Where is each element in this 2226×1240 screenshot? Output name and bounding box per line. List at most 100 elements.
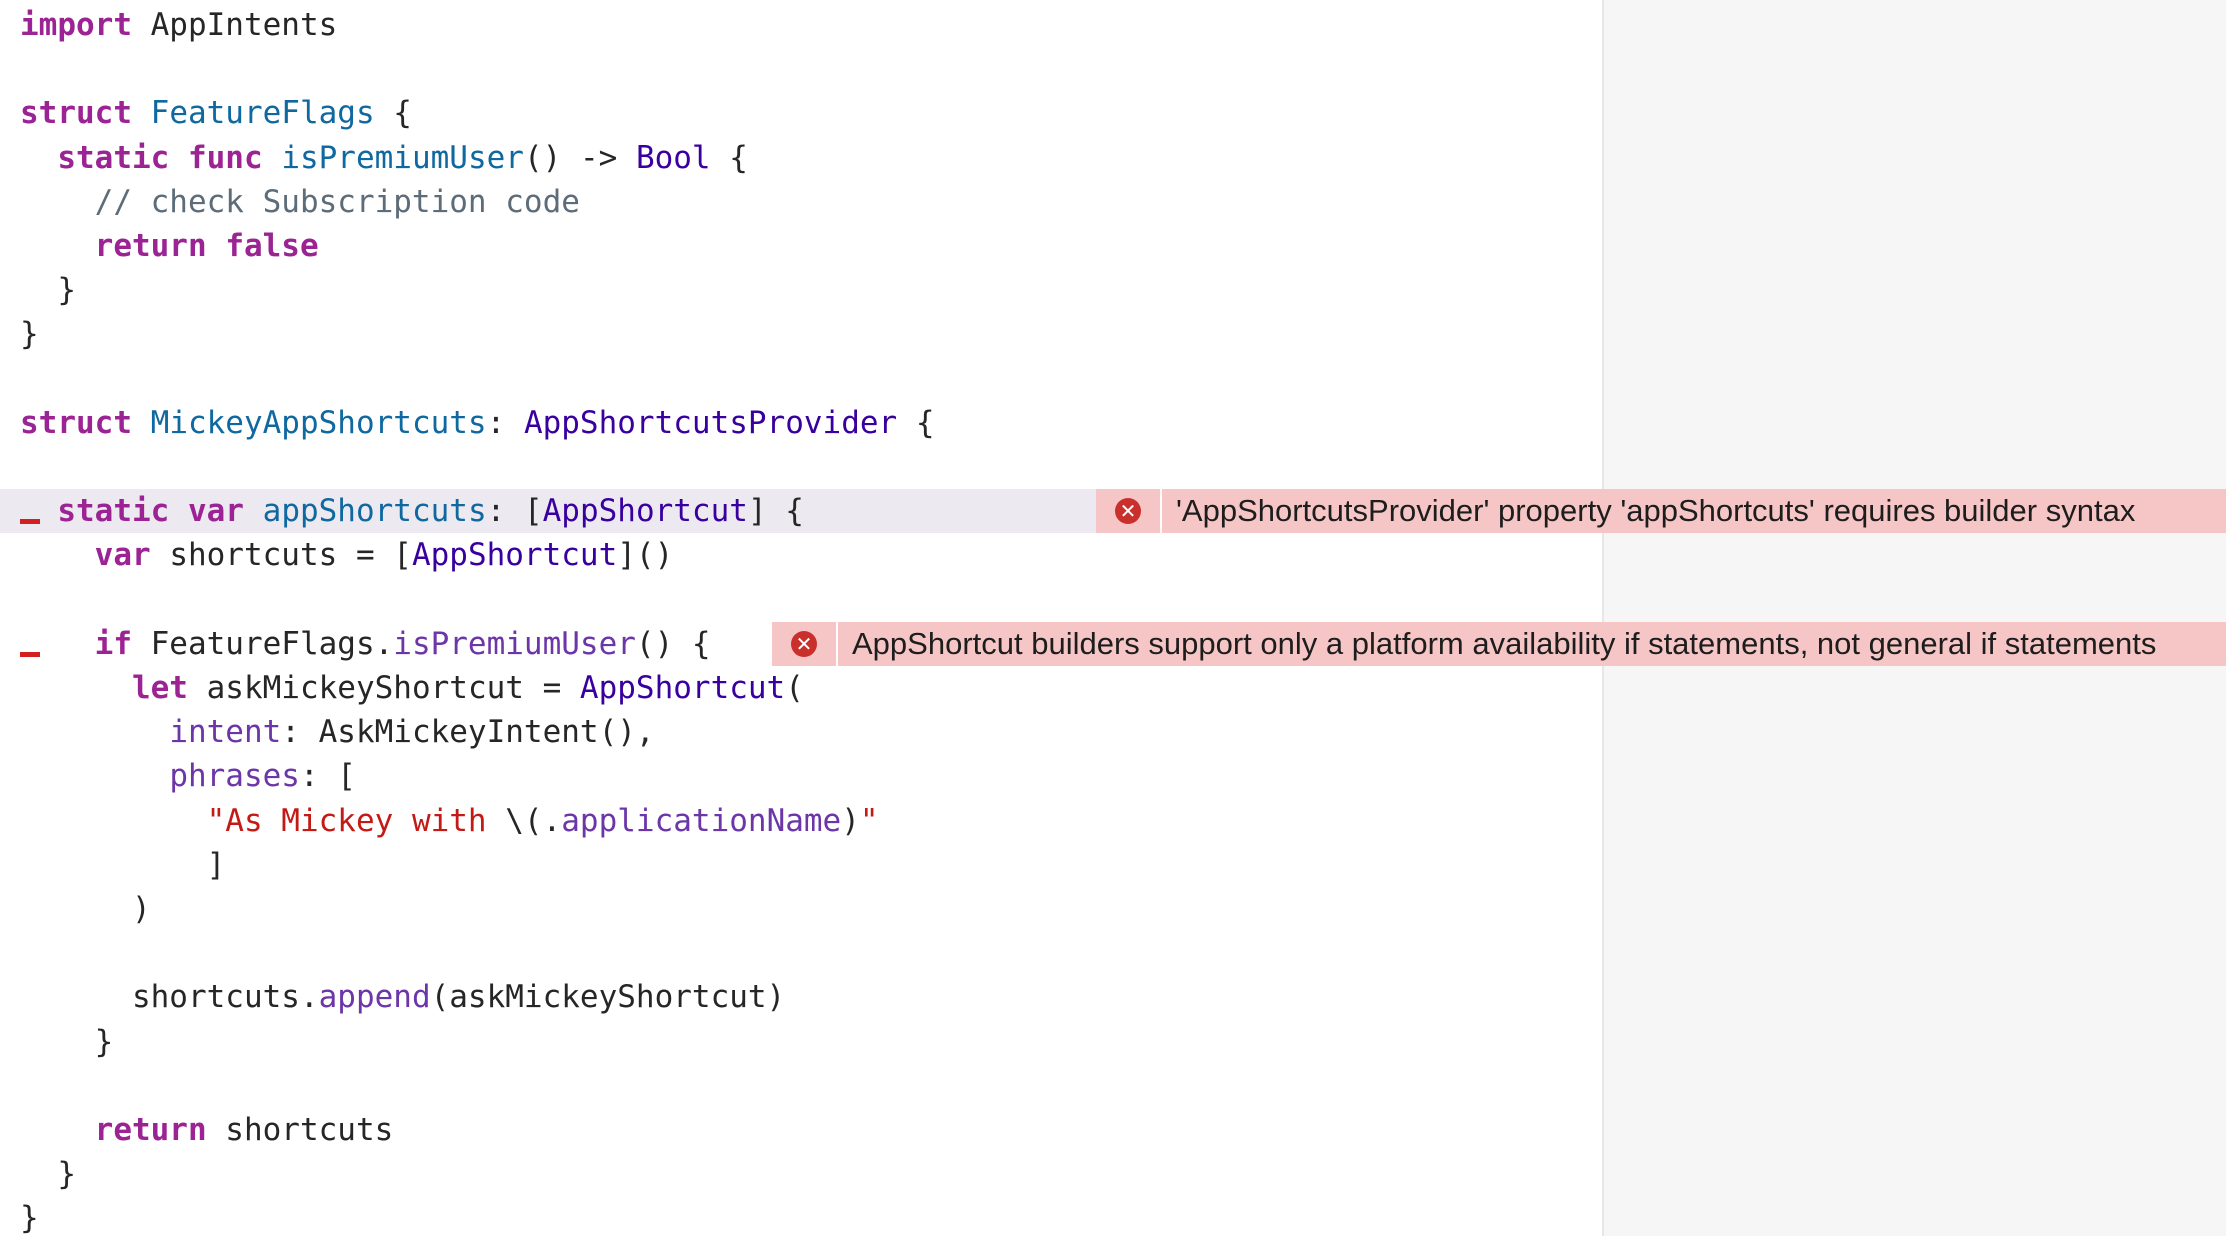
code-text: import AppIntents — [20, 3, 337, 47]
xmark-circle-icon: ✕ — [791, 630, 817, 657]
error-message: AppShortcut builders support only a plat… — [852, 625, 2157, 661]
code-line[interactable]: phrases: [ — [0, 754, 2226, 798]
code-text: struct MickeyAppShortcuts: AppShortcutsP… — [20, 401, 935, 445]
code-token: : AskMickeyIntent(), — [281, 714, 655, 751]
code-token: () -> — [523, 139, 636, 176]
code-token: phrases — [169, 758, 300, 795]
code-text: let askMickeyShortcut = AppShortcut( — [20, 666, 804, 710]
code-token: AppShortcutsProvider — [523, 404, 898, 441]
code-line[interactable]: } — [0, 1020, 2226, 1064]
code-token: return — [94, 1112, 207, 1148]
error-line-marker[interactable] — [20, 519, 40, 525]
code-line[interactable]: shortcuts.append(askMickeyShortcut) — [0, 975, 2226, 1019]
error-line-marker[interactable] — [20, 651, 40, 657]
code-line[interactable]: // check Subscription code — [0, 180, 2226, 224]
code-token: applicationName — [561, 802, 842, 839]
code-text: } — [20, 312, 39, 356]
code-line[interactable]: } — [0, 312, 2226, 356]
code-line[interactable]: struct MickeyAppShortcuts: AppShortcutsP… — [0, 401, 2226, 445]
code-line[interactable]: ) — [0, 887, 2226, 931]
code-token: } — [20, 1156, 76, 1193]
code-token: ) — [841, 802, 860, 839]
code-text: ) — [20, 887, 151, 931]
code-text: static func isPremiumUser() -> Bool { — [20, 136, 748, 180]
code-token: MickeyAppShortcuts — [150, 404, 487, 441]
code-line[interactable]: ] — [0, 843, 2226, 887]
code-line[interactable] — [0, 931, 2226, 975]
code-token: static — [57, 139, 170, 176]
code-line[interactable]: import AppIntents — [0, 3, 2226, 47]
code-token: AppShortcut — [411, 537, 618, 574]
code-text: ] — [20, 843, 226, 887]
code-token: let — [131, 670, 188, 706]
code-text: return shortcuts — [20, 1108, 394, 1152]
code-line[interactable]: if FeatureFlags.isPremiumUser() { ✕ AppSho… — [0, 621, 2226, 666]
code-text: intent: AskMickeyIntent(), — [20, 710, 655, 754]
code-line[interactable]: var shortcuts = [AppShortcut]() — [0, 533, 2226, 577]
code-line[interactable]: static var appShortcuts: [AppShortcut] {… — [0, 489, 2226, 534]
code-token: if — [94, 625, 132, 662]
code-text: if FeatureFlags.isPremiumUser() { — [20, 622, 711, 666]
code-line[interactable]: "As Mickey with \(.applicationName)" — [0, 799, 2226, 843]
code-token: AppIntents — [131, 7, 338, 43]
code-text: var shortcuts = [AppShortcut]() — [20, 533, 674, 577]
code-line[interactable]: return false — [0, 224, 2226, 268]
code-text: struct FeatureFlags { — [20, 91, 412, 135]
code-text: // check Subscription code — [20, 180, 580, 224]
code-text: shortcuts.append(askMickeyShortcut) — [20, 975, 785, 1019]
code-line[interactable]: } — [0, 268, 2226, 312]
code-token: ( — [785, 670, 804, 706]
code-token: } — [20, 316, 39, 353]
code-line[interactable]: } — [0, 1152, 2226, 1196]
code-token: append — [318, 979, 431, 1016]
code-token: { — [897, 404, 935, 441]
code-token: Bool — [635, 139, 711, 176]
code-token: var — [187, 493, 244, 530]
code-token: func — [187, 139, 263, 176]
code-line[interactable] — [0, 1064, 2226, 1108]
code-text: } — [20, 1152, 76, 1196]
code-token: " — [859, 802, 879, 839]
code-token: : [ — [486, 493, 543, 530]
code-line[interactable] — [0, 357, 2226, 401]
code-line[interactable]: let askMickeyShortcut = AppShortcut( — [0, 666, 2226, 710]
code-token: ]() — [617, 537, 674, 574]
error-annotation[interactable]: ✕ 'AppShortcutsProvider' property 'appSho… — [1096, 489, 2226, 534]
code-text: static var appShortcuts: [AppShortcut] { — [20, 489, 804, 533]
code-token: } — [20, 272, 76, 309]
code-line[interactable] — [0, 47, 2226, 91]
code-line[interactable]: static func isPremiumUser() -> Bool { — [0, 136, 2226, 180]
error-annotation[interactable]: ✕ AppShortcut builders support only a pla… — [772, 621, 2226, 666]
code-line[interactable] — [0, 445, 2226, 489]
code-token: // check Subscription code — [94, 183, 580, 220]
code-token: } — [20, 1023, 114, 1060]
code-token: : [ — [299, 758, 356, 795]
code-line[interactable]: return shortcuts — [0, 1108, 2226, 1152]
error-icon-cell[interactable]: ✕ — [772, 621, 838, 666]
code-line[interactable]: struct FeatureFlags { — [0, 91, 2226, 135]
code-line[interactable]: } — [0, 1196, 2226, 1240]
code-token: import — [20, 7, 132, 43]
code-text: phrases: [ — [20, 754, 356, 798]
code-token: struct — [20, 95, 132, 132]
code-token: struct — [20, 404, 132, 441]
code-line[interactable] — [0, 578, 2226, 622]
error-icon-cell[interactable]: ✕ — [1096, 489, 1162, 534]
code-token: appShortcuts — [262, 493, 487, 530]
code-line[interactable]: intent: AskMickeyIntent(), — [0, 710, 2226, 754]
code-editor[interactable]: import AppIntents struct FeatureFlags { s… — [0, 0, 2226, 1236]
code-token: shortcuts — [206, 1112, 394, 1148]
code-token: "As Mickey with — [206, 802, 506, 839]
code-token: var — [94, 537, 151, 574]
code-token: false — [225, 228, 319, 264]
